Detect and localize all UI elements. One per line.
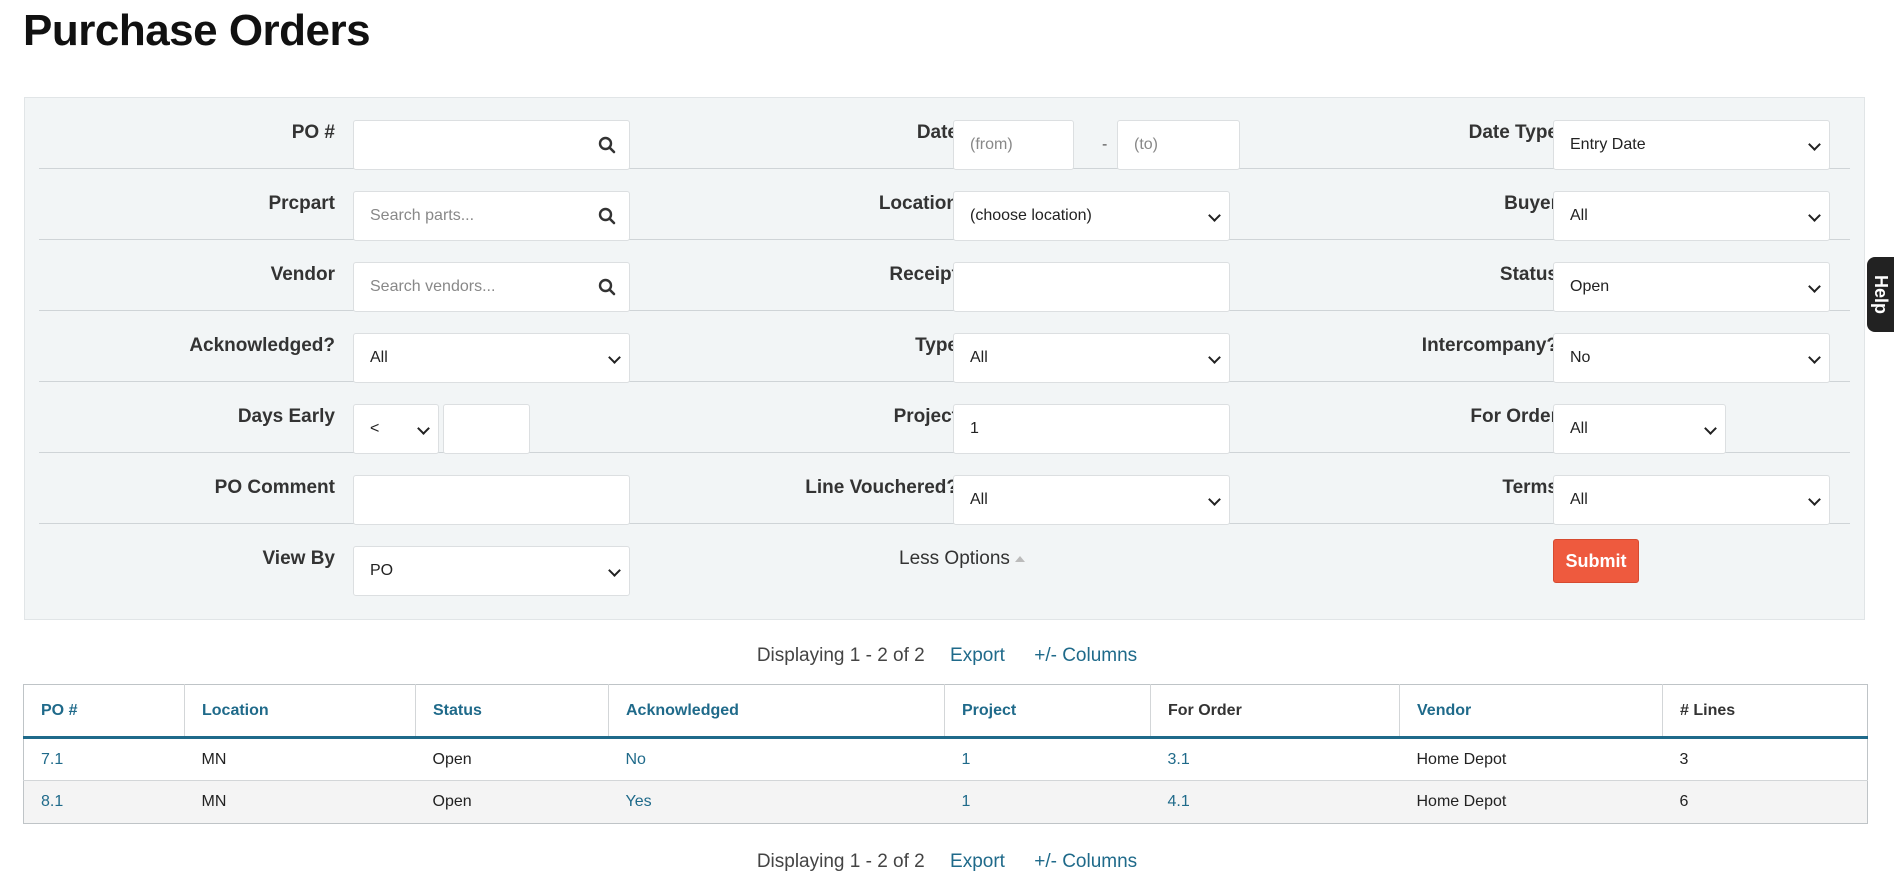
filter-row: Days Early < Project 1 For Order All [39,382,1850,454]
receipt-label: Receipt [889,264,958,285]
prcpart-label: Prcpart [268,193,335,214]
column-header-lines: # Lines [1662,684,1868,739]
status-cell: Open [415,780,609,824]
export-link[interactable]: Export [950,851,1005,872]
for-order-link[interactable]: 3.1 [1150,737,1400,781]
export-link[interactable]: Export [950,645,1005,666]
columns-link[interactable]: +/- Columns [1034,851,1137,872]
date-type-select[interactable]: Entry Date [1553,120,1830,170]
pager-text: Displaying 1 - 2 of 2 [756,645,925,666]
column-header-acknowledged[interactable]: Acknowledged [608,684,945,739]
terms-select[interactable]: All [1553,475,1830,525]
column-header-status[interactable]: Status [415,684,609,739]
column-header-location[interactable]: Location [184,684,416,739]
days-early-label: Days Early [237,406,335,427]
project-link[interactable]: 1 [944,780,1151,824]
type-label: Type [915,335,958,356]
days-early-input[interactable] [443,404,530,454]
status-select[interactable]: Open [1553,262,1830,312]
columns-link[interactable]: +/- Columns [1034,645,1137,666]
days-early-operator-select[interactable]: < [353,404,439,454]
for-order-link[interactable]: 4.1 [1150,780,1400,824]
help-label: Help [1871,274,1892,315]
table-header-row: PO # Location Status Acknowledged Projec… [23,684,1868,739]
status-label: Status [1499,264,1558,285]
project-label: Project [893,406,958,427]
table-row: 8.1 MN Open Yes 1 4.1 Home Depot 6 [23,780,1868,824]
date-separator: - [1102,136,1108,153]
filter-row: Vendor Search vendors... Receipt Status … [39,240,1850,312]
column-header-project[interactable]: Project [944,684,1151,739]
filter-row: View By PO Less Options Submit [39,524,1850,596]
view-by-select[interactable]: PO [353,546,630,596]
intercompany-select[interactable]: No [1553,333,1830,383]
less-options-toggle[interactable]: Less Options [899,524,1025,594]
project-link[interactable]: 1 [944,737,1151,781]
lines-cell: 3 [1662,737,1868,781]
vendor-label: Vendor [270,264,335,285]
pager-bottom: Displaying 1 - 2 of 2 Export +/- Columns [0,851,1894,873]
date-type-label: Date Type [1468,122,1558,143]
intercompany-label: Intercompany? [1421,335,1558,356]
view-by-label: View By [262,548,335,569]
po-number-label: PO # [291,122,335,143]
po-number-link[interactable]: 8.1 [23,780,185,824]
acknowledged-label: Acknowledged? [189,335,335,356]
less-options-label: Less Options [899,548,1010,569]
location-label: Location [878,193,958,214]
date-from-input[interactable]: (from) [953,120,1074,170]
acknowledged-link[interactable]: Yes [608,780,945,824]
pager-top: Displaying 1 - 2 of 2 Export +/- Columns [0,645,1894,667]
date-label: Date [916,122,958,143]
submit-button[interactable]: Submit [1553,539,1639,583]
filter-row: PO Comment Line Vouchered? All Terms All [39,453,1850,525]
vendor-cell: Home Depot [1399,737,1663,781]
buyer-select[interactable]: All [1553,191,1830,241]
filter-row: PO # Date (from) - (to) Date Type Entry … [39,98,1850,170]
column-header-for-order: For Order [1150,684,1400,739]
table-row: 7.1 MN Open No 1 3.1 Home Depot 3 [23,737,1868,781]
help-tab[interactable]: Help [1867,257,1894,332]
acknowledged-link[interactable]: No [608,737,945,781]
vendor-placeholder: Search vendors... [370,278,496,295]
location-cell: MN [184,780,416,824]
po-number-link[interactable]: 7.1 [23,737,185,781]
filter-panel: PO # Date (from) - (to) Date Type Entry … [24,97,1865,620]
column-header-vendor[interactable]: Vendor [1399,684,1663,739]
po-comment-label: PO Comment [214,477,335,498]
filter-row: Prcpart Search parts... Location (choose… [39,169,1850,241]
for-order-label: For Order [1470,406,1558,427]
vendor-cell: Home Depot [1399,780,1663,824]
results-table: PO # Location Status Acknowledged Projec… [23,684,1868,824]
column-header-po-number[interactable]: PO # [23,684,185,739]
caret-up-icon [1014,555,1025,562]
status-cell: Open [415,737,609,781]
location-cell: MN [184,737,416,781]
prcpart-placeholder: Search parts... [370,207,475,224]
lines-cell: 6 [1662,780,1868,824]
filter-row: Acknowledged? All Type All Intercompany?… [39,311,1850,383]
terms-label: Terms [1502,477,1558,498]
pager-text: Displaying 1 - 2 of 2 [756,851,925,872]
buyer-label: Buyer [1504,193,1558,214]
page-title: Purchase Orders [23,6,371,55]
line-vouchered-label: Line Vouchered? [805,477,958,498]
for-order-select[interactable]: All [1553,404,1726,454]
